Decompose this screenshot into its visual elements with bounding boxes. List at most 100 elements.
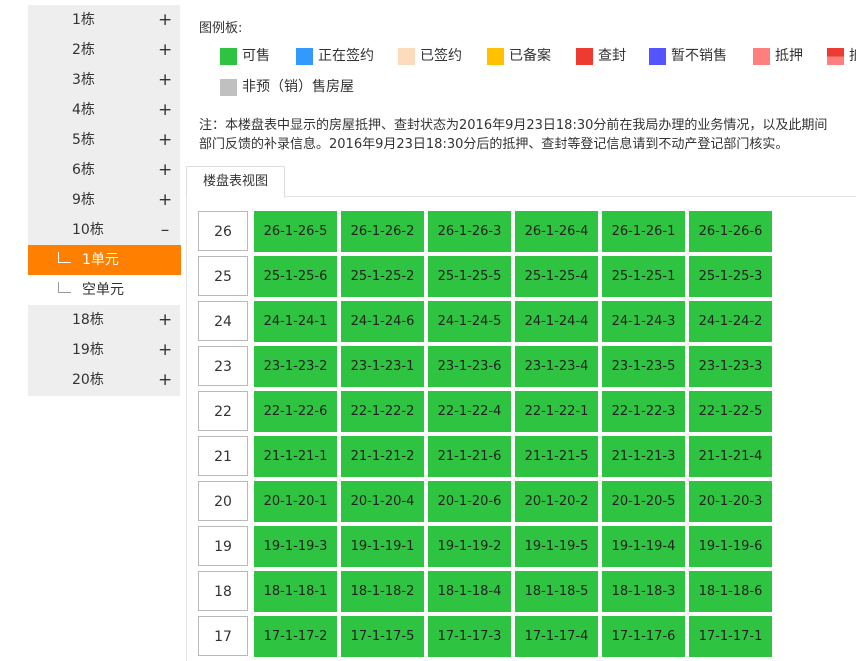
unit-cell[interactable]: 19-1-19-5 xyxy=(515,526,598,567)
unit-cell[interactable]: 20-1-20-1 xyxy=(254,481,337,522)
sidebar-item[interactable]: 6栋 + xyxy=(28,155,180,185)
legend-label: 已签约 xyxy=(420,48,462,64)
sidebar-item[interactable]: 空单元 xyxy=(28,275,180,305)
unit-cell[interactable]: 23-1-23-6 xyxy=(428,346,511,387)
unit-cell[interactable]: 21-1-21-6 xyxy=(428,436,511,477)
unit-cell[interactable]: 21-1-21-1 xyxy=(254,436,337,477)
unit-cell[interactable]: 25-1-25-6 xyxy=(254,256,337,297)
unit-cell[interactable]: 26-1-26-1 xyxy=(602,211,685,252)
unit-cell[interactable]: 24-1-24-4 xyxy=(515,301,598,342)
unit-cell[interactable]: 23-1-23-1 xyxy=(341,346,424,387)
unit-cell[interactable]: 25-1-25-5 xyxy=(428,256,511,297)
unit-cell[interactable]: 25-1-25-1 xyxy=(602,256,685,297)
floor-number: 25 xyxy=(198,256,248,296)
unit-cell[interactable]: 19-1-19-4 xyxy=(602,526,685,567)
unit-cell[interactable]: 23-1-23-2 xyxy=(254,346,337,387)
unit-cell[interactable]: 19-1-19-2 xyxy=(428,526,511,567)
unit-cell[interactable]: 18-1-18-4 xyxy=(428,571,511,612)
unit-cell[interactable]: 23-1-23-3 xyxy=(689,346,772,387)
expand-icon[interactable]: + xyxy=(158,365,172,395)
unit-cell[interactable]: 22-1-22-2 xyxy=(341,391,424,432)
sidebar-item-label: 20栋 xyxy=(72,372,104,388)
unit-cell[interactable]: 25-1-25-3 xyxy=(689,256,772,297)
unit-cell[interactable]: 22-1-22-1 xyxy=(515,391,598,432)
unit-cell[interactable]: 21-1-21-3 xyxy=(602,436,685,477)
unit-cell[interactable]: 20-1-20-2 xyxy=(515,481,598,522)
tab-building-table-view[interactable]: 楼盘表视图 xyxy=(186,166,285,198)
unit-cell[interactable]: 22-1-22-4 xyxy=(428,391,511,432)
unit-cell[interactable]: 24-1-24-2 xyxy=(689,301,772,342)
unit-cell[interactable]: 24-1-24-5 xyxy=(428,301,511,342)
tree-branch-line xyxy=(58,252,71,263)
expand-icon[interactable]: + xyxy=(158,185,172,215)
unit-cell[interactable]: 18-1-18-6 xyxy=(689,571,772,612)
unit-cell[interactable]: 25-1-25-2 xyxy=(341,256,424,297)
expand-icon[interactable]: + xyxy=(158,95,172,125)
unit-cell[interactable]: 18-1-18-1 xyxy=(254,571,337,612)
unit-cell[interactable]: 26-1-26-6 xyxy=(689,211,772,252)
unit-cell[interactable]: 19-1-19-6 xyxy=(689,526,772,567)
unit-cell[interactable]: 17-1-17-1 xyxy=(689,616,772,657)
expand-icon[interactable]: + xyxy=(158,35,172,65)
sidebar-item[interactable]: 2栋 + xyxy=(28,35,180,65)
unit-cell[interactable]: 18-1-18-5 xyxy=(515,571,598,612)
unit-cell[interactable]: 23-1-23-4 xyxy=(515,346,598,387)
unit-cell[interactable]: 26-1-26-4 xyxy=(515,211,598,252)
unit-cell[interactable]: 24-1-24-1 xyxy=(254,301,337,342)
unit-cell[interactable]: 17-1-17-6 xyxy=(602,616,685,657)
unit-cell[interactable]: 17-1-17-2 xyxy=(254,616,337,657)
sidebar-item[interactable]: 3栋 + xyxy=(28,65,180,95)
floor-number: 21 xyxy=(198,436,248,476)
sidebar-item-label: 19栋 xyxy=(72,342,104,358)
expand-icon[interactable]: + xyxy=(158,335,172,365)
unit-cell[interactable]: 17-1-17-4 xyxy=(515,616,598,657)
notice-line-1: 注：本楼盘表中显示的房屋抵押、查封状态为2016年9月23日18:30分前在我局… xyxy=(199,118,828,133)
unit-cell[interactable]: 17-1-17-3 xyxy=(428,616,511,657)
sidebar-item[interactable]: 1单元 xyxy=(28,245,181,275)
sidebar-item[interactable]: 1栋 + xyxy=(28,5,180,35)
unit-cell[interactable]: 20-1-20-5 xyxy=(602,481,685,522)
notice-line-2: 部门反馈的补录信息。2016年9月23日18:30分后的抵押、查封等登记信息请到… xyxy=(199,137,789,152)
unit-cell[interactable]: 19-1-19-3 xyxy=(254,526,337,567)
sidebar-item[interactable]: 19栋 + xyxy=(28,335,180,365)
unit-cell[interactable]: 26-1-26-5 xyxy=(254,211,337,252)
unit-cell[interactable]: 20-1-20-6 xyxy=(428,481,511,522)
sidebar-item[interactable]: 5栋 + xyxy=(28,125,180,155)
expand-icon[interactable]: + xyxy=(158,5,172,35)
sidebar-item[interactable]: 9栋 + xyxy=(28,185,180,215)
legend-label: 可售 xyxy=(242,48,270,64)
unit-cell[interactable]: 24-1-24-6 xyxy=(341,301,424,342)
unit-cell[interactable]: 20-1-20-4 xyxy=(341,481,424,522)
unit-cell[interactable]: 21-1-21-2 xyxy=(341,436,424,477)
unit-cell[interactable]: 24-1-24-3 xyxy=(602,301,685,342)
expand-icon[interactable]: + xyxy=(158,125,172,155)
tree-branch-line xyxy=(58,282,71,293)
legend-swatch xyxy=(576,48,593,65)
sidebar-item[interactable]: 18栋 + xyxy=(28,305,180,335)
unit-cell[interactable]: 18-1-18-3 xyxy=(602,571,685,612)
unit-cell[interactable]: 26-1-26-2 xyxy=(341,211,424,252)
unit-cell[interactable]: 25-1-25-4 xyxy=(515,256,598,297)
unit-cell[interactable]: 17-1-17-5 xyxy=(341,616,424,657)
sidebar-item[interactable]: 20栋 + xyxy=(28,365,180,395)
unit-cell[interactable]: 21-1-21-4 xyxy=(689,436,772,477)
unit-cell[interactable]: 26-1-26-3 xyxy=(428,211,511,252)
unit-cell[interactable]: 22-1-22-5 xyxy=(689,391,772,432)
floor-number: 19 xyxy=(198,526,248,566)
floor-row: 25 25-1-25-6 25-1-25-2 25-1-25-5 25-1-25-4 25… xyxy=(198,256,773,297)
unit-cell[interactable]: 22-1-22-6 xyxy=(254,391,337,432)
unit-cell[interactable]: 18-1-18-2 xyxy=(341,571,424,612)
collapse-icon[interactable]: – xyxy=(158,215,172,245)
unit-cell[interactable]: 22-1-22-3 xyxy=(602,391,685,432)
unit-cell[interactable]: 20-1-20-3 xyxy=(689,481,772,522)
unit-cell[interactable]: 21-1-21-5 xyxy=(515,436,598,477)
legend-swatch xyxy=(220,79,237,96)
expand-icon[interactable]: + xyxy=(158,155,172,185)
floor-row: 21 21-1-21-1 21-1-21-2 21-1-21-6 21-1-21-5 21… xyxy=(198,436,773,477)
expand-icon[interactable]: + xyxy=(158,65,172,95)
unit-cell[interactable]: 19-1-19-1 xyxy=(341,526,424,567)
sidebar-item[interactable]: 10栋 – xyxy=(28,215,180,245)
unit-cell[interactable]: 23-1-23-5 xyxy=(602,346,685,387)
sidebar-item[interactable]: 4栋 + xyxy=(28,95,180,125)
expand-icon[interactable]: + xyxy=(158,305,172,335)
